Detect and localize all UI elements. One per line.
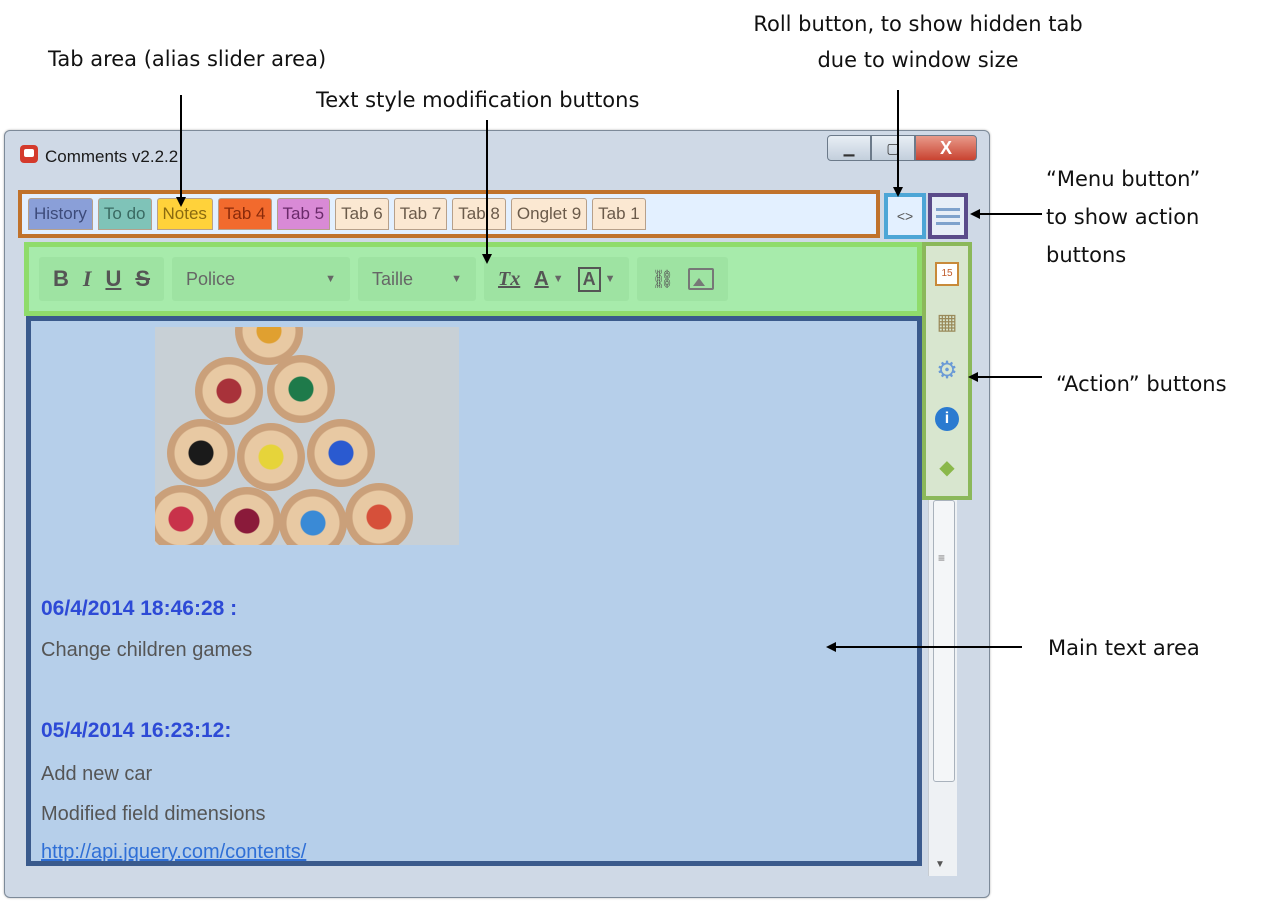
- annotation-arrows: [176, 90, 1042, 652]
